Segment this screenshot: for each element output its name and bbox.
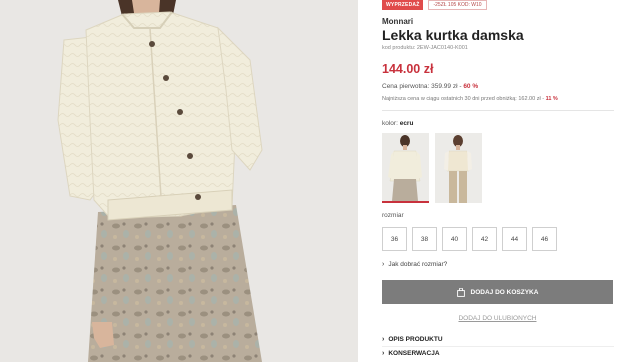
color-swatch-ecru-selected[interactable] <box>382 133 429 203</box>
original-price-label: Cena pierwotna: 359.99 zł - <box>382 83 464 90</box>
brand-name[interactable]: Monnari <box>382 17 413 26</box>
color-label: kolor: ecru <box>382 120 413 127</box>
product-details-panel: WYPRZEDAŻ -25ZŁ 105 KOD: W10 Monnari Lek… <box>382 0 614 362</box>
chevron-right-icon: › <box>382 336 385 343</box>
original-discount: 60 % <box>463 83 479 90</box>
size-option-38[interactable]: 38 <box>412 227 437 251</box>
swatch-thumbnail-1 <box>382 133 429 201</box>
product-main-photo[interactable] <box>0 0 358 362</box>
add-to-cart-button[interactable]: DODAJ DO KOSZYKA <box>382 280 613 304</box>
lowest-price-info: Najniższa cena w ciągu ostatnich 30 dni … <box>382 96 558 102</box>
shopping-bag-icon <box>456 287 465 297</box>
size-option-46[interactable]: 46 <box>532 227 557 251</box>
size-selector: 36 38 40 42 44 46 <box>382 227 557 251</box>
lowest-discount: 11 % <box>545 96 558 102</box>
size-option-36[interactable]: 36 <box>382 227 407 251</box>
swatch-thumbnail-2 <box>435 133 482 203</box>
accordion-label: OPIS PRODUKTU <box>388 336 443 343</box>
size-option-42[interactable]: 42 <box>472 227 497 251</box>
badge-row: WYPRZEDAŻ -25ZŁ 105 KOD: W10 <box>382 0 487 10</box>
divider <box>382 346 614 347</box>
product-code: kod produktu: 2EW-JAC0140-K001 <box>382 45 468 51</box>
color-value: ecru <box>399 120 414 127</box>
chevron-right-icon: › <box>382 350 385 357</box>
accordion-care[interactable]: › KONSERWACJA <box>382 350 440 357</box>
accordion-product-description[interactable]: › OPIS PRODUKTU <box>382 336 443 343</box>
accordion-label: KONSERWACJA <box>388 350 440 357</box>
model-jacket-illustration <box>0 0 358 362</box>
divider <box>382 110 614 111</box>
add-to-cart-label: DODAJ DO KOSZYKA <box>470 288 539 296</box>
size-guide-link[interactable]: › Jak dobrać rozmiar? <box>382 261 447 268</box>
size-label: rozmiar <box>382 212 404 219</box>
discount-code-badge: -25ZŁ 105 KOD: W10 <box>428 0 487 10</box>
add-to-favorites-link[interactable]: DODAJ DO ULUBIONYCH <box>382 315 613 322</box>
size-guide-text: Jak dobrać rozmiar? <box>388 261 448 268</box>
sale-badge: WYPRZEDAŻ <box>382 0 424 10</box>
size-option-40[interactable]: 40 <box>442 227 467 251</box>
chevron-right-icon: › <box>382 261 385 268</box>
size-option-44[interactable]: 44 <box>502 227 527 251</box>
original-price: Cena pierwotna: 359.99 zł - 60 % <box>382 83 478 90</box>
product-title: Lekka kurtka damska <box>382 27 524 43</box>
color-label-text: kolor: <box>382 120 400 127</box>
current-price: 144.00 zł <box>382 62 434 76</box>
color-swatch-alt[interactable] <box>435 133 482 203</box>
lowest-price-label: Najniższa cena w ciągu ostatnich 30 dni … <box>382 96 546 102</box>
